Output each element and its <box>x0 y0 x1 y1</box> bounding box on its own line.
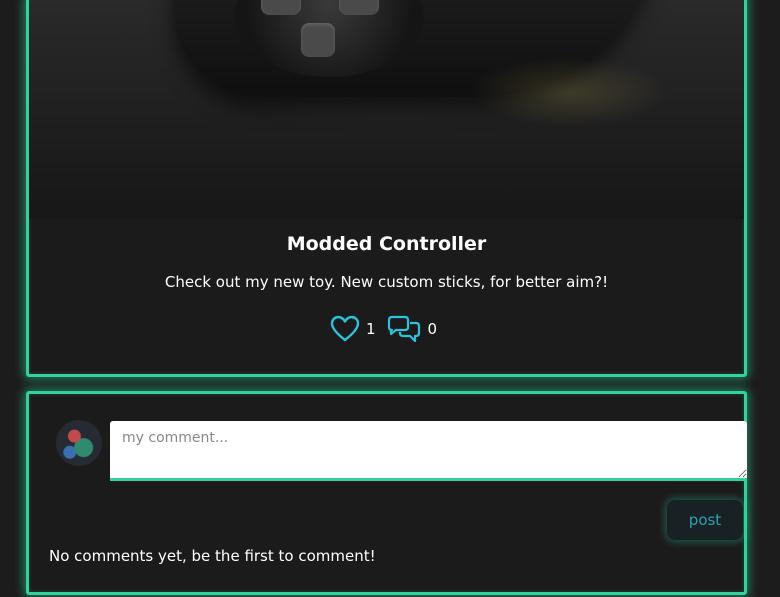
controller-button <box>339 0 379 15</box>
no-comments-message: No comments yet, be the first to comment… <box>49 547 376 565</box>
comment-count: 0 <box>427 320 438 338</box>
post-description: Check out my new toy. New custom sticks,… <box>164 273 609 291</box>
controller-button <box>301 23 335 57</box>
heart-icon[interactable] <box>330 315 360 343</box>
comment-input[interactable] <box>110 421 747 481</box>
comment-bubbles-icon[interactable] <box>386 315 422 343</box>
post-stats: 1 0 <box>29 315 744 343</box>
post-image <box>29 0 744 219</box>
comment-card: post No comments yet, be the first to co… <box>26 391 747 595</box>
image-reflection <box>469 57 669 127</box>
controller-button <box>261 0 301 15</box>
like-count: 1 <box>365 320 376 338</box>
post-title: Modded Controller <box>286 233 487 255</box>
post-card: Modded Controller Check out my new toy. … <box>26 0 747 377</box>
avatar <box>56 420 102 466</box>
post-button[interactable]: post <box>667 500 743 540</box>
